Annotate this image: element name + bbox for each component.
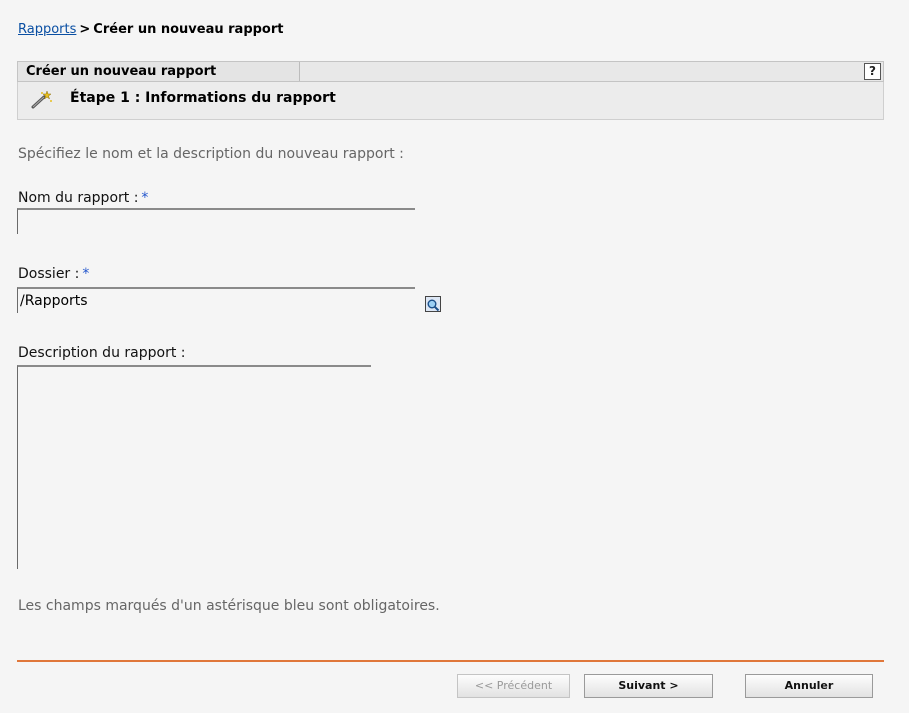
wand-icon <box>31 91 52 109</box>
footer-divider <box>17 660 884 662</box>
required-asterisk: * <box>82 266 90 282</box>
breadcrumb-current: Créer un nouveau rapport <box>93 22 284 37</box>
help-button[interactable]: ? <box>864 63 881 80</box>
instructions-text: Spécifiez le nom et la description du no… <box>18 146 404 162</box>
next-button[interactable]: Suivant > <box>584 674 713 698</box>
cancel-button[interactable]: Annuler <box>745 674 873 698</box>
panel-header: Créer un nouveau rapport ? <box>17 61 884 82</box>
step-title: Étape 1 : Informations du rapport <box>70 90 336 106</box>
folder-label: Dossier : * <box>18 266 89 282</box>
breadcrumb-separator: > <box>79 22 91 37</box>
required-fields-note: Les champs marqués d'un astérisque bleu … <box>18 598 440 614</box>
breadcrumb: Rapports > Créer un nouveau rapport <box>18 22 284 37</box>
description-textarea[interactable] <box>17 365 371 569</box>
required-asterisk: * <box>141 190 149 206</box>
folder-input[interactable] <box>17 287 415 313</box>
create-report-page: Rapports > Créer un nouveau rapport Créer … <box>0 0 909 713</box>
report-name-label-text: Nom du rapport : <box>18 190 139 206</box>
folder-browse-button[interactable] <box>425 296 441 312</box>
description-label: Description du rapport : <box>18 345 186 361</box>
magnifier-icon <box>427 299 440 312</box>
step-bar: Étape 1 : Informations du rapport <box>17 82 884 120</box>
folder-label-text: Dossier : <box>18 266 80 282</box>
breadcrumb-link-rapports[interactable]: Rapports <box>18 22 76 37</box>
previous-button[interactable]: << Précédent <box>457 674 570 698</box>
report-name-label: Nom du rapport : * <box>18 190 148 206</box>
report-name-input[interactable] <box>17 208 415 234</box>
panel-title: Créer un nouveau rapport <box>18 62 300 81</box>
